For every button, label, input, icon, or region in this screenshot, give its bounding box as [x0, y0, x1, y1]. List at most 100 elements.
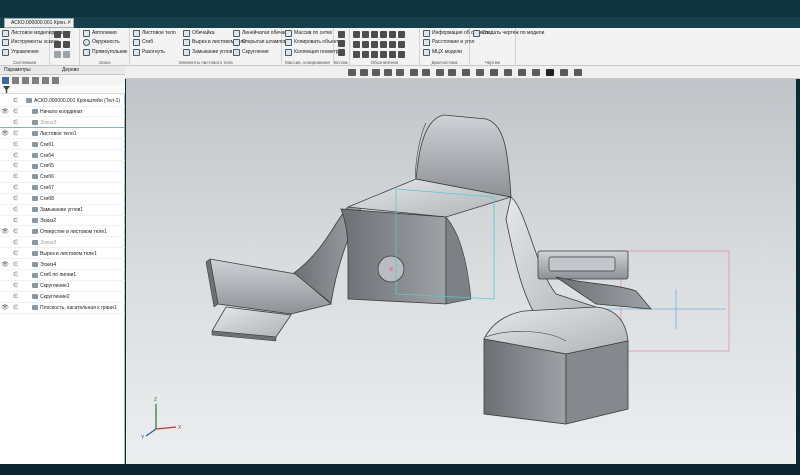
- roughness-icon[interactable]: [389, 41, 396, 48]
- tree-row[interactable]: ∈ АСКО.000000.001 Кронштейн (Тел-1): [0, 96, 125, 107]
- visibility-icon[interactable]: [0, 292, 10, 302]
- shell-button[interactable]: Обечайка: [183, 30, 215, 37]
- layers-icon[interactable]: [490, 69, 498, 76]
- visibility-icon[interactable]: 👁: [0, 227, 10, 237]
- bend-button[interactable]: Сгиб: [133, 39, 153, 46]
- section-icon[interactable]: [422, 69, 430, 76]
- roughness-icon[interactable]: [353, 41, 360, 48]
- rectangle-button[interactable]: Прямоугольник: [83, 49, 127, 56]
- tree-row[interactable]: ∈ ЭскизЗ: [0, 118, 125, 129]
- dimension-icon[interactable]: [389, 31, 396, 38]
- corner-closure-button[interactable]: Замыкание углов: [183, 49, 232, 56]
- visibility-icon[interactable]: [0, 118, 10, 128]
- settings-icon[interactable]: [560, 69, 568, 76]
- more-icon[interactable]: [574, 69, 582, 76]
- document-tab[interactable]: АСКО.000000.001 Крон... ×: [4, 18, 74, 28]
- roughness-icon[interactable]: [371, 41, 378, 48]
- visibility-icon[interactable]: 👁: [0, 260, 10, 270]
- visibility-icon[interactable]: [0, 140, 10, 150]
- grid-toggle-icon[interactable]: [518, 69, 526, 76]
- shading-icon[interactable]: [448, 69, 456, 76]
- tree-row[interactable]: ∈ Замыкание углов1: [0, 205, 125, 216]
- dimension-icon[interactable]: [353, 31, 360, 38]
- right-box-front[interactable]: [483, 338, 567, 425]
- roughness-icon[interactable]: [398, 41, 405, 48]
- leader-icon[interactable]: [398, 51, 405, 58]
- save-icon[interactable]: [54, 31, 61, 38]
- leader-icon[interactable]: [389, 51, 396, 58]
- roughness-icon[interactable]: [380, 41, 387, 48]
- create-drawing-button[interactable]: Создать чертеж по модели: [473, 30, 544, 37]
- unbend-button[interactable]: Разогнуть: [133, 49, 165, 56]
- structure-icon[interactable]: [22, 76, 29, 84]
- tree-row[interactable]: 👁 ∈ Эскиз4: [0, 260, 125, 271]
- tree-row[interactable]: 👁 ∈ Листовое тело1: [0, 129, 125, 140]
- tree-row[interactable]: ∈ Сгиб1: [0, 140, 125, 151]
- autoline-button[interactable]: Автолиния: [83, 30, 117, 37]
- tree-row[interactable]: ∈ Сгиб по линии1: [0, 270, 125, 281]
- tree-row[interactable]: ∈ Сгиб5: [0, 161, 125, 172]
- tree-row[interactable]: ∈ Скругление2: [0, 292, 125, 303]
- fillet-button[interactable]: Скругление: [233, 49, 269, 56]
- print-icon[interactable]: [63, 31, 70, 38]
- visibility-icon[interactable]: [0, 281, 10, 291]
- grid-array-button[interactable]: Массив по сетке: [285, 30, 332, 37]
- expand-icon[interactable]: [42, 76, 49, 84]
- view-icon[interactable]: [410, 69, 418, 76]
- plane-icon[interactable]: [338, 31, 345, 38]
- tree-view-icon[interactable]: [2, 76, 9, 84]
- history-icon[interactable]: [32, 76, 39, 84]
- distance-angle-button[interactable]: Расстояние и угол: [423, 39, 474, 46]
- tree-row[interactable]: ∈ Сгиб8: [0, 194, 125, 205]
- visibility-icon[interactable]: [0, 172, 10, 182]
- filter-icon[interactable]: [3, 86, 10, 93]
- dimension-icon[interactable]: [380, 31, 387, 38]
- visibility-icon[interactable]: [0, 216, 10, 226]
- circle-button[interactable]: Окружность: [83, 39, 120, 46]
- tree-row[interactable]: 👁 ∈ Плоскость, касательная к грани1: [0, 303, 125, 314]
- tree-row[interactable]: ∈ Сгиб7: [0, 183, 125, 194]
- zoom-icon[interactable]: [372, 69, 380, 76]
- tree-row[interactable]: ∈ Эскиз2: [0, 216, 125, 227]
- visibility-icon[interactable]: [0, 161, 10, 171]
- visibility-icon[interactable]: [0, 205, 10, 215]
- visibility-icon[interactable]: [0, 270, 10, 280]
- tree-row[interactable]: ∈ Вырез в листовом теле1: [0, 249, 125, 260]
- snap-icon[interactable]: [532, 69, 540, 76]
- tree-row[interactable]: 👁 ∈ Отверстие в листовом теле1: [0, 227, 125, 238]
- rotate-icon[interactable]: [396, 69, 404, 76]
- tree-filter[interactable]: [0, 85, 125, 94]
- point-icon[interactable]: [338, 49, 345, 56]
- tree-row[interactable]: 👁 ∈ Начало координат: [0, 107, 125, 118]
- roughness-icon[interactable]: [362, 41, 369, 48]
- paste-icon[interactable]: [63, 41, 70, 48]
- collapse-icon[interactable]: [52, 76, 59, 84]
- tree-row[interactable]: ∈ Скругление1: [0, 281, 125, 292]
- display-mode-icon[interactable]: [436, 69, 444, 76]
- tree-row[interactable]: ∈ Эскиз3: [0, 238, 125, 249]
- leader-icon[interactable]: [353, 51, 360, 58]
- visibility-icon[interactable]: [0, 194, 10, 204]
- manage-button[interactable]: Управление: [2, 49, 39, 56]
- dimension-icon[interactable]: [371, 31, 378, 38]
- list-view-icon[interactable]: [12, 76, 19, 84]
- visibility-icon[interactable]: 👁: [0, 107, 10, 117]
- tab-tree[interactable]: Дерево: [58, 67, 83, 73]
- axis-icon[interactable]: [338, 40, 345, 47]
- visibility-icon[interactable]: [0, 238, 10, 248]
- sheet-body-button[interactable]: Листовое тело: [133, 30, 176, 37]
- hide-icon[interactable]: [462, 69, 470, 76]
- leader-icon[interactable]: [371, 51, 378, 58]
- visibility-icon[interactable]: [0, 151, 10, 161]
- pan-icon[interactable]: [384, 69, 392, 76]
- hook-slot[interactable]: [548, 256, 616, 272]
- 3d-viewport[interactable]: X Y Z: [126, 79, 800, 464]
- mass-props-button[interactable]: МЦХ модели: [423, 49, 462, 56]
- model-render[interactable]: X Y Z: [126, 79, 800, 464]
- redo-icon[interactable]: [63, 51, 70, 58]
- tree-row[interactable]: ∈ Сгиб4: [0, 151, 125, 162]
- visibility-icon[interactable]: [0, 96, 10, 106]
- right-box-side[interactable]: [565, 340, 629, 425]
- visibility-icon[interactable]: 👁: [0, 303, 10, 313]
- dimension-icon[interactable]: [362, 31, 369, 38]
